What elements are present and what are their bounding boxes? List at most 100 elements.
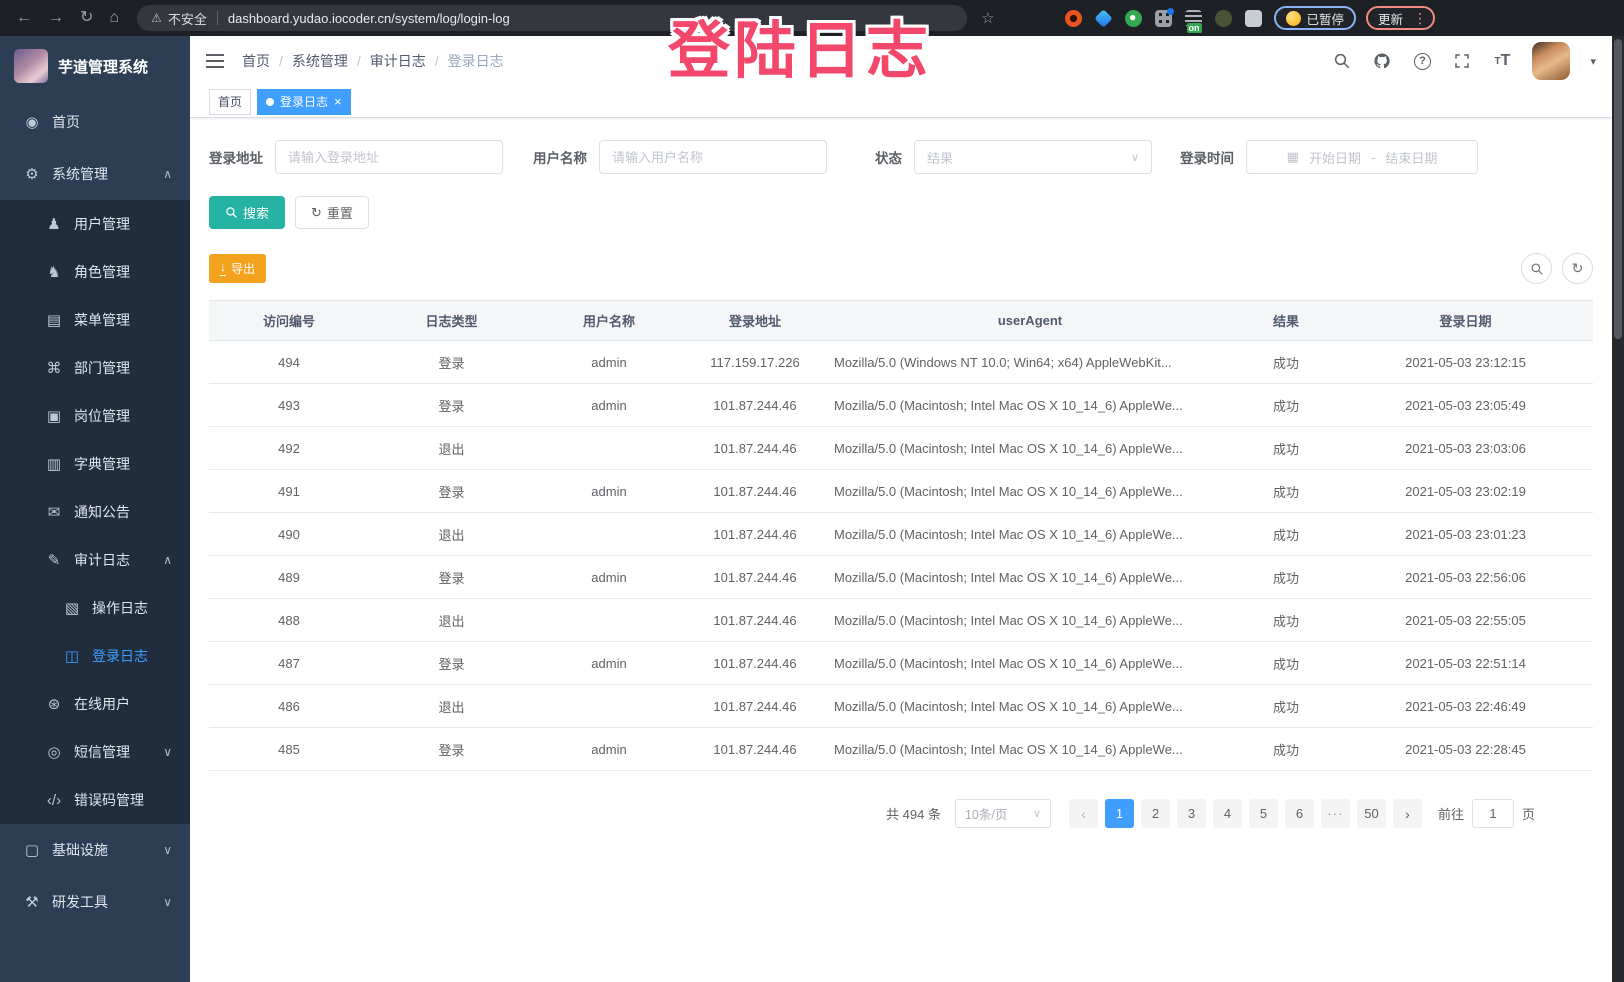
tag-home[interactable]: 首页 — [209, 89, 251, 115]
extension-list-icon[interactable]: on — [1185, 10, 1202, 27]
sidebar-item-menus[interactable]: ▤菜单管理 — [0, 296, 190, 344]
sidebar-item-online[interactable]: ⊛在线用户 — [0, 680, 190, 728]
avatar-caret-icon[interactable]: ▾ — [1590, 55, 1596, 68]
sidebar-item-posts[interactable]: ▣岗位管理 — [0, 392, 190, 440]
search-icon[interactable] — [1332, 51, 1352, 71]
fullscreen-icon[interactable] — [1452, 51, 1472, 71]
table-cell: 2021-05-03 22:51:14 — [1338, 642, 1593, 685]
sidebar-item-error-code[interactable]: ‹/›错误码管理 — [0, 776, 190, 824]
font-size-icon[interactable]: TT — [1492, 51, 1512, 71]
table-cell: 485 — [209, 728, 369, 771]
table-cell: 退出 — [369, 513, 534, 556]
page-button-1[interactable]: 1 — [1105, 799, 1134, 828]
table-cell: 101.87.244.46 — [684, 642, 826, 685]
search-button[interactable]: 搜索 — [209, 196, 285, 229]
chevron-down-icon: ∨ — [163, 745, 172, 759]
sidebar-item-label: 角色管理 — [74, 262, 130, 282]
magnifier-icon — [1530, 262, 1544, 276]
address-divider — [217, 11, 218, 25]
table-cell: 2021-05-03 22:46:49 — [1338, 685, 1593, 728]
sidebar-item-infra[interactable]: ▢基础设施∨ — [0, 824, 190, 876]
page-button-50[interactable]: 50 — [1357, 799, 1386, 828]
sidebar-logo-row[interactable]: 芋道管理系统 — [0, 36, 190, 96]
page-button-5[interactable]: 5 — [1249, 799, 1278, 828]
table-cell: 101.87.244.46 — [684, 685, 826, 728]
bookmark-star-icon[interactable]: ☆ — [981, 9, 994, 27]
login-time-range-picker[interactable]: ▦ 开始日期 - 结束日期 — [1246, 140, 1478, 174]
page-ellipsis[interactable]: ··· — [1321, 799, 1350, 828]
user-avatar[interactable] — [1532, 42, 1570, 80]
sidebar-item-depts[interactable]: ⌘部门管理 — [0, 344, 190, 392]
extension-grid-icon[interactable] — [1155, 10, 1172, 27]
browser-update-button[interactable]: 更新 ⋮ — [1366, 6, 1435, 30]
gear-icon: ⚙ — [20, 165, 44, 183]
github-icon[interactable] — [1372, 51, 1392, 71]
extension-gem-icon[interactable] — [1094, 9, 1112, 27]
roles-icon: ♞ — [42, 263, 66, 281]
sidebar-item-devtools[interactable]: ⚒研发工具∨ — [0, 876, 190, 928]
sidebar-item-users[interactable]: ♟用户管理 — [0, 200, 190, 248]
reload-icon[interactable]: ↻ — [80, 10, 93, 26]
chevron-up-icon: ∧ — [163, 553, 172, 567]
sidebar-item-dict[interactable]: ▥字典管理 — [0, 440, 190, 488]
page-button-2[interactable]: 2 — [1141, 799, 1170, 828]
sidebar-item-label: 操作日志 — [92, 598, 148, 618]
browser-scrollbar[interactable] — [1612, 36, 1624, 982]
refresh-table-button[interactable]: ↻ — [1562, 253, 1593, 284]
table-row: 490退出101.87.244.46Mozilla/5.0 (Macintosh… — [209, 513, 1593, 556]
login-address-input[interactable] — [275, 140, 503, 174]
prev-page-button[interactable]: ‹ — [1069, 799, 1098, 828]
table-cell: 101.87.244.46 — [684, 728, 826, 771]
tag-login-log[interactable]: 登录日志 × — [257, 89, 351, 115]
extension-orange-icon[interactable] — [1065, 10, 1082, 27]
table-row: 487登录admin101.87.244.46Mozilla/5.0 (Maci… — [209, 642, 1593, 685]
browser-menu-icon[interactable]: ⋮ — [1413, 10, 1427, 27]
back-icon[interactable]: ← — [16, 10, 32, 26]
goto-page-input[interactable] — [1472, 799, 1514, 828]
hamburger-icon[interactable] — [206, 54, 224, 68]
sidebar-item-label: 字典管理 — [74, 454, 130, 474]
table-cell: 登录 — [369, 642, 534, 685]
post-badge-icon: ▣ — [42, 407, 66, 425]
sidebar-item-sms[interactable]: ◎短信管理∨ — [0, 728, 190, 776]
breadcrumb-item[interactable]: 系统管理 — [292, 51, 348, 71]
sidebar-item-login-log[interactable]: ◫登录日志 — [0, 632, 190, 680]
username-input[interactable] — [599, 140, 827, 174]
menu-list-icon: ▤ — [42, 311, 66, 329]
paused-extension-pill[interactable]: 已暂停 — [1274, 6, 1357, 30]
extension-olive-icon[interactable] — [1215, 10, 1232, 27]
table-cell: 117.159.17.226 — [684, 341, 826, 384]
sidebar-item-system[interactable]: ⚙系统管理∧ — [0, 148, 190, 200]
total-count: 共 494 条 — [886, 804, 941, 823]
help-icon[interactable]: ? — [1412, 51, 1432, 71]
page-button-6[interactable]: 6 — [1285, 799, 1314, 828]
tag-label: 首页 — [218, 93, 242, 110]
export-button[interactable]: ↓ 导出 — [209, 254, 266, 283]
browser-nav-buttons: ← → ↻ ⌂ — [0, 10, 131, 26]
toggle-search-button[interactable] — [1521, 253, 1552, 284]
table-cell: Mozilla/5.0 (Macintosh; Intel Mac OS X 1… — [826, 642, 1234, 685]
home-icon[interactable]: ⌂ — [109, 10, 119, 26]
login-time-label: 登录时间 — [1180, 147, 1234, 167]
filter-actions: 搜索 ↻ 重置 — [209, 196, 1593, 229]
breadcrumb-item[interactable]: 审计日志 — [370, 51, 426, 71]
page-button-4[interactable]: 4 — [1213, 799, 1242, 828]
forward-icon[interactable]: → — [48, 10, 64, 26]
next-page-button[interactable]: › — [1393, 799, 1422, 828]
close-icon[interactable]: × — [334, 95, 342, 108]
page-size-select[interactable]: 10条/页 ∨ — [955, 799, 1051, 828]
table-cell: 登录 — [369, 384, 534, 427]
login-log-icon: ◫ — [60, 647, 84, 665]
sidebar-item-notice[interactable]: ✉通知公告 — [0, 488, 190, 536]
extensions-puzzle-icon[interactable] — [1245, 10, 1262, 27]
page-button-3[interactable]: 3 — [1177, 799, 1206, 828]
extension-green-icon[interactable] — [1125, 10, 1142, 27]
sidebar-item-roles[interactable]: ♞ 角色管理 — [0, 248, 190, 296]
scrollbar-thumb[interactable] — [1614, 39, 1622, 339]
sidebar-item-home[interactable]: ◉首页 — [0, 96, 190, 148]
sidebar-item-audit[interactable]: ✎审计日志∧ — [0, 536, 190, 584]
reset-button[interactable]: ↻ 重置 — [295, 196, 369, 229]
sidebar-item-op-log[interactable]: ▧操作日志 — [0, 584, 190, 632]
status-select[interactable]: 结果 ∨ — [914, 140, 1152, 174]
breadcrumb-item[interactable]: 首页 — [242, 51, 270, 71]
